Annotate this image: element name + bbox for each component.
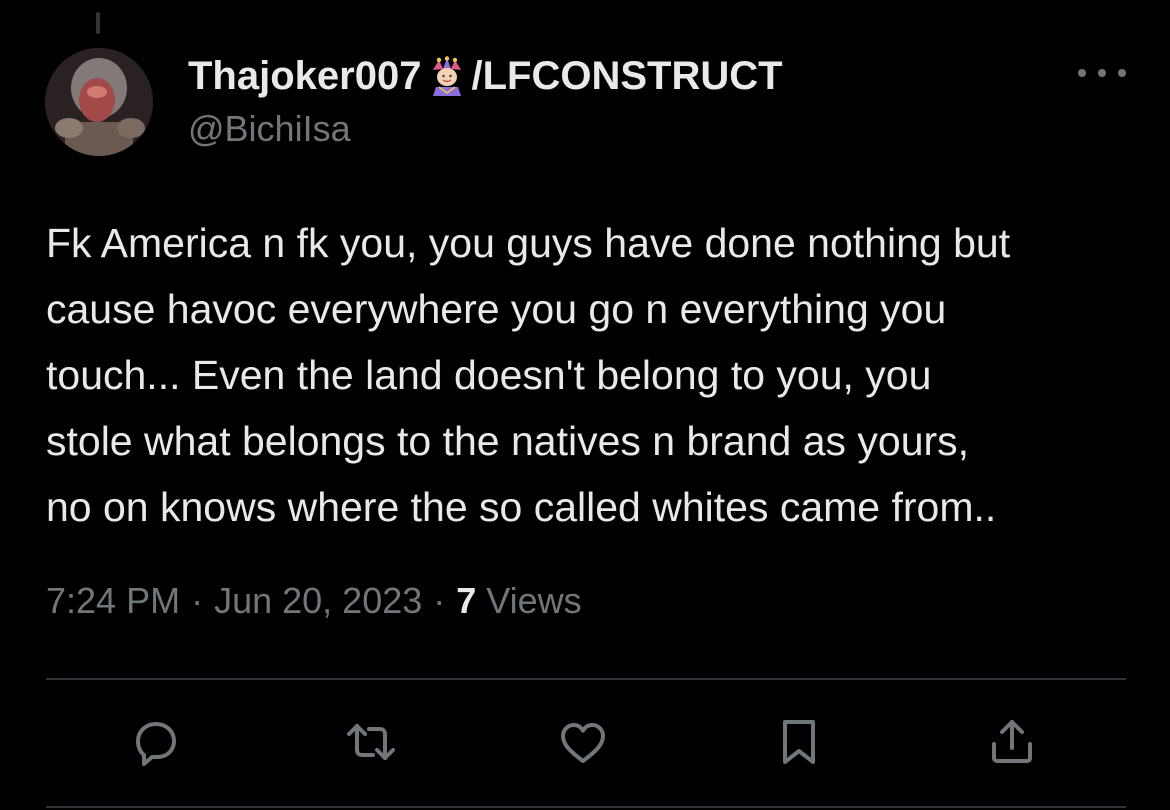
tweet-meta: 7:24 PM · Jun 20, 2023 · 7 Views xyxy=(46,580,582,622)
more-dot-icon xyxy=(1098,69,1106,77)
reply-button[interactable] xyxy=(126,712,186,772)
display-name-text: Thajoker007 xyxy=(188,53,422,98)
views-count[interactable]: 7 xyxy=(456,580,476,622)
bookmark-icon xyxy=(783,720,815,764)
like-icon xyxy=(561,723,605,763)
retweet-button[interactable] xyxy=(341,712,401,772)
thread-connector-line xyxy=(96,12,100,34)
meta-separator: · xyxy=(191,580,204,621)
avatar-image xyxy=(45,48,153,156)
more-options-button[interactable] xyxy=(1078,58,1126,88)
display-name-suffix: /LFCONSTRUCT xyxy=(471,53,783,98)
author-display-name[interactable]: Thajoker007 /LFCONSTRUCT xyxy=(188,52,783,100)
bookmark-button[interactable] xyxy=(769,712,829,772)
tweet-text: Fk America n fk you, you guys have done … xyxy=(46,210,1136,540)
tweet-text-line: stole what belongs to the natives n bran… xyxy=(46,418,970,464)
reply-icon xyxy=(136,722,176,766)
more-dot-icon xyxy=(1118,69,1126,77)
share-button[interactable] xyxy=(982,712,1042,772)
more-dot-icon xyxy=(1078,69,1086,77)
tweet-date[interactable]: Jun 20, 2023 xyxy=(214,580,422,622)
meta-separator: · xyxy=(433,580,446,621)
views-label[interactable]: Views xyxy=(486,580,581,622)
jester-icon xyxy=(427,56,467,96)
author-handle[interactable]: @BichiIsa xyxy=(188,108,351,150)
divider xyxy=(46,806,1126,808)
retweet-icon xyxy=(347,724,395,760)
tweet-text-line: Fk America n fk you, you guys have done … xyxy=(46,220,1011,266)
tweet-time[interactable]: 7:24 PM xyxy=(46,580,180,622)
like-button[interactable] xyxy=(553,712,613,772)
share-icon xyxy=(992,720,1032,763)
avatar[interactable] xyxy=(45,48,153,156)
tweet-text-line: no on knows where the so called whites c… xyxy=(46,484,997,530)
tweet-text-line: touch... Even the land doesn't belong to… xyxy=(46,352,932,398)
tweet-text-line: cause havoc everywhere you go n everythi… xyxy=(46,286,947,332)
divider xyxy=(46,678,1126,680)
